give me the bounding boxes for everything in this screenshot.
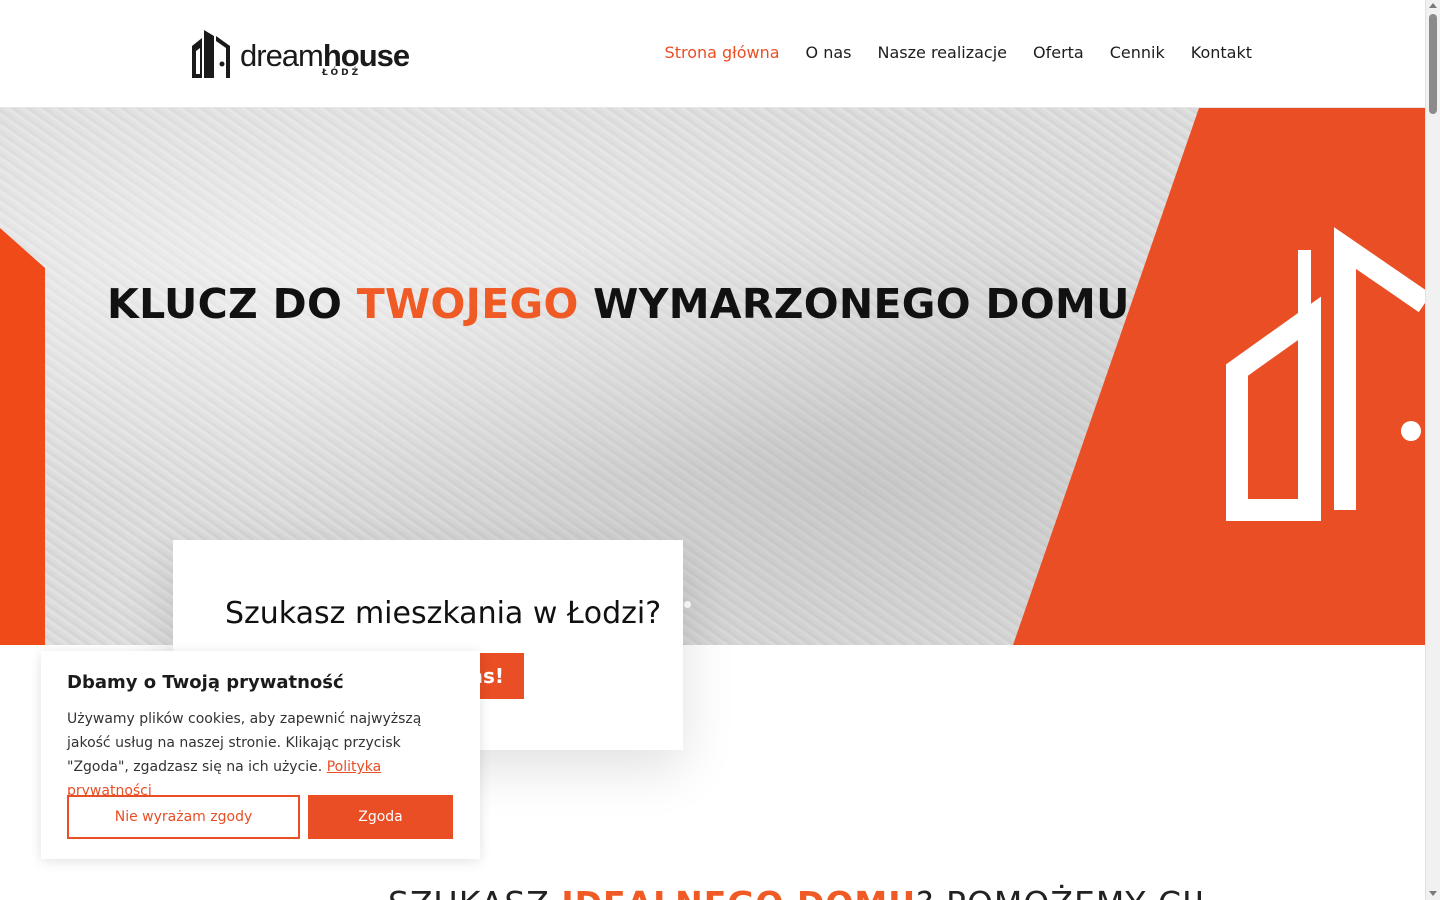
section-heading-part1: SZUKASZ: [388, 884, 561, 900]
hero-title: KLUCZ DO TWOJEGO WYMARZONEGO DOMU: [107, 280, 1130, 328]
slider-dot[interactable]: [684, 601, 691, 608]
cookie-accept-button[interactable]: Zgoda: [308, 795, 453, 839]
hero-title-part1: KLUCZ DO: [107, 280, 357, 328]
section-heading-accent: IDEALNEGO DOMU: [561, 884, 916, 900]
cookie-consent-dialog: Dbamy o Twoją prywatność Używamy plików …: [41, 651, 480, 859]
logo-word-light: dream: [240, 38, 324, 73]
section-heading: SZUKASZ IDEALNEGO DOMU? POMOŻEMY CI!: [388, 884, 1207, 900]
scroll-thumb[interactable]: [1429, 14, 1437, 114]
hero-title-accent: TWOJEGO: [356, 280, 579, 328]
nav-item-home[interactable]: Strona główna: [665, 43, 780, 62]
card-title: Szukasz mieszkania w Łodzi?: [225, 596, 662, 631]
main-nav: Strona główna O nas Nasze realizacje Ofe…: [639, 43, 1252, 62]
cookie-text: Używamy plików cookies, aby zapewnić naj…: [67, 707, 462, 803]
hero-orange-panel: [1013, 108, 1425, 645]
scroll-down-arrow-icon[interactable]: [1429, 891, 1437, 896]
scroll-up-arrow-icon[interactable]: [1429, 3, 1437, 8]
nav-item-projects[interactable]: Nasze realizacje: [878, 43, 1008, 62]
logo-city: ŁÓDŹ: [322, 68, 362, 78]
site-logo[interactable]: dreamhouse ŁÓDŹ: [190, 28, 410, 80]
nav-item-offer[interactable]: Oferta: [1033, 43, 1084, 62]
cookie-reject-button[interactable]: Nie wyrażam zgody: [67, 795, 300, 839]
page-scrollbar[interactable]: [1425, 0, 1440, 900]
hero-left-orange-shape: [0, 228, 45, 645]
logo-wordmark: dreamhouse ŁÓDŹ: [240, 28, 410, 80]
section-heading-part2: ? POMOŻEMY CI!: [916, 884, 1207, 900]
hero-title-part2: WYMARZONEGO DOMU: [578, 280, 1130, 328]
house-logo-icon: [192, 30, 230, 78]
nav-item-pricing[interactable]: Cennik: [1110, 43, 1165, 62]
site-header: dreamhouse ŁÓDŹ Strona główna O nas Nasz…: [0, 0, 1425, 108]
nav-item-about[interactable]: O nas: [806, 43, 852, 62]
nav-item-contact[interactable]: Kontakt: [1191, 43, 1252, 62]
cookie-title: Dbamy o Twoją prywatność: [67, 672, 344, 693]
